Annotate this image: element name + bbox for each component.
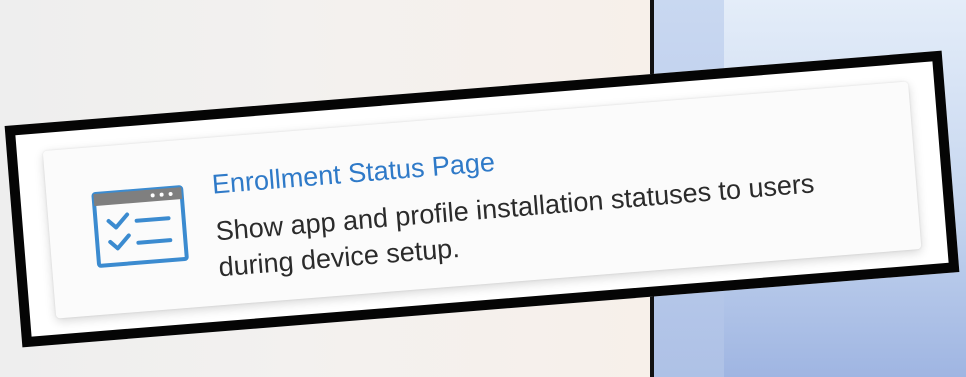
checklist-window-icon	[90, 184, 192, 271]
card-text: Enrollment Status Page Show app and prof…	[211, 113, 898, 285]
enrollment-status-page-card[interactable]: Enrollment Status Page Show app and prof…	[42, 81, 922, 319]
